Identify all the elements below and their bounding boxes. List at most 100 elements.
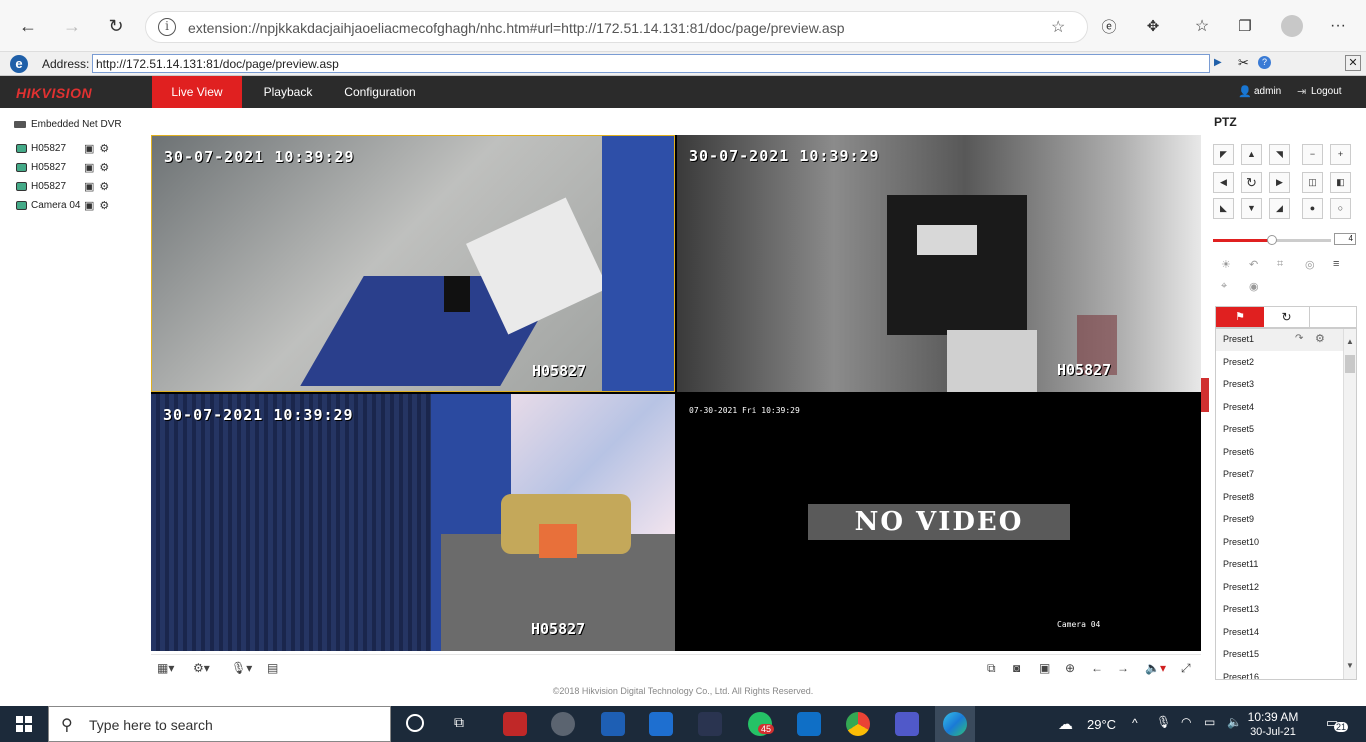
battery-icon[interactable]: ▭ bbox=[1204, 715, 1215, 729]
speaker-icon[interactable]: 🔈 bbox=[1227, 715, 1242, 729]
preset-item[interactable]: Preset13 bbox=[1223, 604, 1259, 614]
puzzle-icon[interactable]: ✥ bbox=[1137, 10, 1169, 42]
forward-icon[interactable]: → bbox=[56, 10, 88, 42]
zoom-in-icon[interactable]: + bbox=[1330, 144, 1351, 165]
focus-aux-icon[interactable]: ⌗ bbox=[1277, 258, 1283, 271]
extension-e-icon[interactable]: ⓔ bbox=[1093, 10, 1125, 42]
previous-page-icon[interactable]: ← bbox=[1091, 661, 1103, 675]
app-icon-2[interactable] bbox=[551, 712, 575, 736]
tab-preset-icon[interactable]: ⚑ bbox=[1216, 307, 1264, 327]
info-icon[interactable]: i bbox=[158, 18, 176, 36]
zoom-out-icon[interactable]: − bbox=[1302, 144, 1323, 165]
preset-item[interactable]: Preset8 bbox=[1223, 492, 1254, 502]
volume-icon[interactable]: 🔈▾ bbox=[1145, 661, 1166, 675]
menu-icon[interactable]: ≡ bbox=[1333, 258, 1339, 270]
iris-close-icon[interactable]: ● bbox=[1302, 198, 1323, 219]
profile-icon[interactable] bbox=[1276, 10, 1308, 42]
tree-root[interactable]: Embedded Net DVR bbox=[14, 116, 122, 132]
scroll-down-icon[interactable]: ▼ bbox=[1346, 661, 1354, 670]
clock-date[interactable]: 30-Jul-21 bbox=[1245, 726, 1301, 738]
ptz-up-left[interactable]: ◤ bbox=[1213, 144, 1234, 165]
favorites-icon[interactable]: ☆ bbox=[1186, 10, 1218, 42]
cortana-icon[interactable] bbox=[406, 714, 424, 732]
app-icon-4[interactable] bbox=[649, 712, 673, 736]
camera-1-actions[interactable]: ▣⚙ bbox=[84, 142, 114, 155]
speed-slider[interactable] bbox=[1213, 235, 1331, 245]
mic-icon[interactable]: 🎙 bbox=[1156, 715, 1171, 729]
preset-item[interactable]: Preset15 bbox=[1223, 649, 1259, 659]
outlook-icon[interactable] bbox=[797, 712, 821, 736]
record-icon[interactable]: ▣ bbox=[1039, 661, 1050, 675]
tree-camera-4[interactable]: Camera 04 bbox=[16, 197, 80, 213]
help-icon[interactable]: ? bbox=[1258, 56, 1271, 69]
preset-item[interactable]: Preset6 bbox=[1223, 447, 1254, 457]
wiper-icon[interactable]: ↶ bbox=[1249, 258, 1258, 271]
zoom-icon[interactable]: ⊕ bbox=[1065, 661, 1075, 675]
panel-collapse-tab[interactable] bbox=[1201, 378, 1209, 412]
iris-open-icon[interactable]: ○ bbox=[1330, 198, 1351, 219]
reload-icon[interactable]: ↻ bbox=[100, 10, 132, 42]
init-lens-icon[interactable]: ◎ bbox=[1305, 258, 1315, 271]
stream-icon[interactable]: ⚙▾ bbox=[193, 661, 210, 675]
taskbar-search[interactable]: ⚲ Type here to search bbox=[48, 706, 391, 742]
fullscreen-icon[interactable]: ⤢ bbox=[1181, 661, 1191, 676]
video-tile-3[interactable]: 30-07-2021 10:39:29 H05827 bbox=[151, 394, 675, 651]
teams-icon[interactable] bbox=[895, 712, 919, 736]
scroll-up-icon[interactable]: ▲ bbox=[1346, 337, 1354, 346]
preset-item[interactable]: Preset7 bbox=[1223, 469, 1254, 479]
preset-item[interactable]: Preset12 bbox=[1223, 582, 1259, 592]
preset-item[interactable]: Preset10 bbox=[1223, 537, 1259, 547]
video-tile-1[interactable]: 30-07-2021 10:39:29 H05827 bbox=[151, 135, 675, 392]
preset-item[interactable]: Preset11 bbox=[1223, 559, 1258, 569]
preset-item[interactable]: Preset3 bbox=[1223, 379, 1254, 389]
wifi-icon[interactable]: ◠ bbox=[1181, 715, 1191, 729]
tab-patrol-icon[interactable]: ↻ bbox=[1264, 307, 1310, 327]
ptz-right[interactable]: ▶ bbox=[1269, 172, 1290, 193]
capture-all-icon[interactable]: ⧉ bbox=[987, 661, 996, 676]
speed-slider-knob[interactable] bbox=[1267, 235, 1277, 245]
preset-item[interactable]: Preset4 bbox=[1223, 402, 1254, 412]
preset-item[interactable]: Preset2 bbox=[1223, 357, 1254, 367]
ptz-auto[interactable]: ↻ bbox=[1241, 172, 1262, 193]
logout-link[interactable]: Logout bbox=[1311, 86, 1342, 97]
chrome-icon[interactable] bbox=[846, 712, 870, 736]
collections-icon[interactable]: ❐ bbox=[1229, 10, 1261, 42]
ptz-down-left[interactable]: ◣ bbox=[1213, 198, 1234, 219]
go-icon[interactable]: ▶ bbox=[1214, 57, 1222, 68]
preset-item[interactable]: Preset9 bbox=[1223, 514, 1254, 524]
light-icon[interactable]: ☀ bbox=[1221, 258, 1231, 271]
weather-temp[interactable]: 29°C bbox=[1087, 717, 1116, 732]
snapshot-icon[interactable]: ◙ bbox=[1013, 661, 1020, 675]
windows-start-icon[interactable] bbox=[0, 706, 48, 742]
video-tile-4[interactable]: 07-30-2021 Fri 10:39:29 NO VIDEO Camera … bbox=[677, 394, 1201, 651]
next-page-icon[interactable]: → bbox=[1117, 661, 1129, 675]
ptz-left[interactable]: ◀ bbox=[1213, 172, 1234, 193]
tab-playback[interactable]: Playback bbox=[250, 76, 326, 108]
preset-scrollbar[interactable]: ▲ ▼ bbox=[1343, 329, 1356, 679]
preset-item[interactable]: Preset1 bbox=[1223, 334, 1254, 344]
ptz-down-right[interactable]: ◢ bbox=[1269, 198, 1290, 219]
tree-camera-2[interactable]: H05827 bbox=[16, 159, 66, 175]
tray-chevron-icon[interactable]: ^ bbox=[1132, 716, 1138, 730]
preset-item[interactable]: Preset5 bbox=[1223, 424, 1254, 434]
set-preset-icon[interactable]: ⚙ bbox=[1315, 332, 1325, 345]
url-bar[interactable]: i extension://npjkkakdacjaihjaoeliacmeco… bbox=[145, 11, 1088, 43]
task-view-icon[interactable]: ⧉ bbox=[454, 714, 464, 731]
call-preset-icon[interactable]: ↷ bbox=[1295, 333, 1303, 344]
ptz-down[interactable]: ▼ bbox=[1241, 198, 1262, 219]
close-icon[interactable]: ✕ bbox=[1345, 55, 1361, 71]
preset-item[interactable]: Preset16 bbox=[1223, 672, 1259, 680]
focus-far-icon[interactable]: ◧ bbox=[1330, 172, 1351, 193]
preset-item[interactable]: Preset14 bbox=[1223, 627, 1259, 637]
focus-near-icon[interactable]: ◫ bbox=[1302, 172, 1323, 193]
clock-time[interactable]: 10:39 AM bbox=[1245, 710, 1301, 724]
tools-icon[interactable]: ✂ bbox=[1238, 55, 1249, 71]
address-input[interactable]: http://172.51.14.131:81/doc/page/preview… bbox=[92, 54, 1210, 73]
favorite-add-icon[interactable]: ☆ bbox=[1051, 17, 1065, 37]
display-icon[interactable]: ▤ bbox=[267, 661, 278, 675]
layout-icon[interactable]: ▦▾ bbox=[157, 661, 174, 675]
ptz-up[interactable]: ▲ bbox=[1241, 144, 1262, 165]
back-icon[interactable]: ← bbox=[12, 10, 44, 42]
3d-zoom-icon[interactable]: ◉ bbox=[1249, 280, 1259, 293]
scroll-thumb[interactable] bbox=[1345, 355, 1355, 373]
